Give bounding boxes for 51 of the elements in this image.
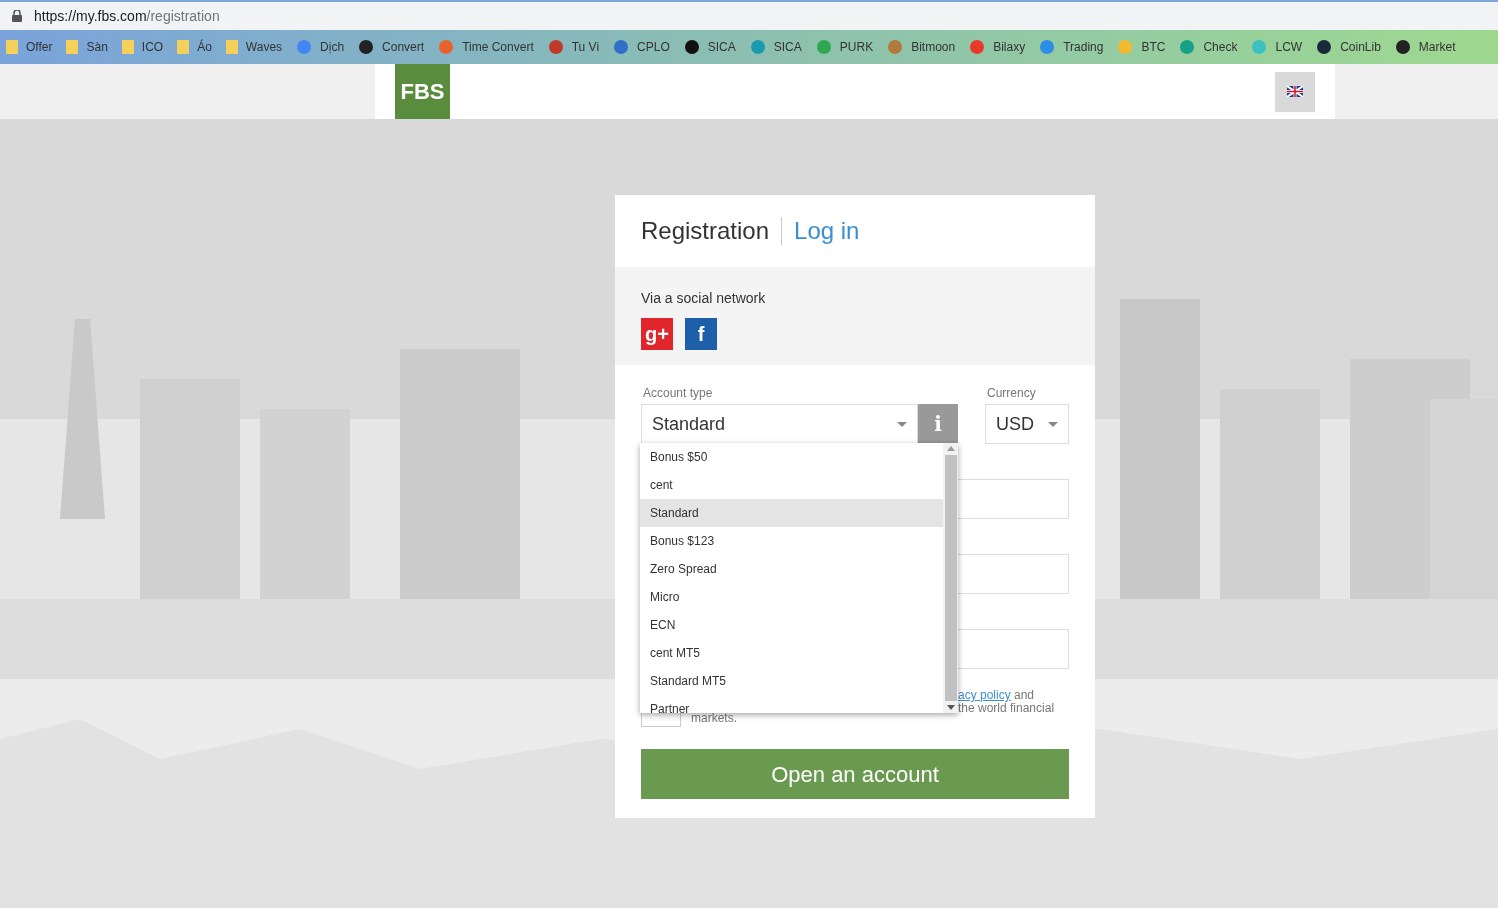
bookmark-link[interactable]: Convert (382, 38, 425, 56)
dropdown-option[interactable]: Partner (640, 695, 943, 713)
caret-icon (897, 421, 907, 427)
bookmark-link[interactable]: SICA (773, 38, 802, 56)
scroll-down-icon (946, 705, 955, 710)
bookmark-link[interactable]: Sàn (86, 38, 108, 56)
bookmark-link[interactable]: Áo (197, 38, 212, 56)
bookmark-link[interactable]: Offer (26, 38, 53, 56)
language-button[interactable] (1275, 71, 1315, 112)
bookmark-link[interactable]: Check (1203, 38, 1238, 56)
bookmark-link[interactable]: Dịch (320, 38, 345, 56)
currency-select[interactable]: USD (985, 404, 1069, 444)
bookmark-link[interactable]: Market (1418, 38, 1456, 56)
form-tab[interactable]: Log in (794, 213, 860, 249)
bookmark-link[interactable]: SICA (707, 38, 736, 56)
social-label: Via a social network (641, 289, 767, 308)
bookmark-link[interactable]: BTC (1141, 38, 1166, 56)
bookmark-link[interactable]: CoinLib (1340, 38, 1381, 56)
scroll-up-icon (946, 446, 955, 451)
flag-icon (1287, 86, 1303, 97)
form-tab[interactable]: Registration (641, 213, 770, 249)
field-label: Currency (986, 385, 1037, 402)
consent-text: markets. (691, 710, 737, 727)
bookmark-link[interactable]: CPLO (637, 38, 670, 56)
bookmark-link[interactable]: Trading (1063, 38, 1104, 56)
social-button[interactable]: g+ (641, 318, 673, 350)
bookmark-link[interactable]: ICO (141, 38, 164, 56)
folder-icon (6, 40, 18, 54)
privacy-link[interactable]: acy policy (958, 688, 1011, 702)
fbs-logo[interactable]: FBS (395, 64, 450, 119)
folder-icon (225, 40, 238, 54)
folder-icon (66, 40, 79, 54)
caret-icon (1048, 421, 1058, 427)
address-field[interactable]: https://my.fbs.com/registration (34, 5, 220, 27)
dropdown-option[interactable]: Bonus $50 (640, 443, 943, 471)
bookmark-link[interactable]: Waves (245, 38, 283, 56)
folder-icon (177, 40, 190, 54)
field-label: Account type (642, 385, 714, 402)
scrollbar[interactable] (943, 443, 958, 713)
bookmark-link[interactable]: LCW (1275, 38, 1303, 56)
bookmark-link[interactable]: Tu Vi (571, 38, 600, 56)
bookmark-link[interactable]: Time Convert (462, 38, 534, 56)
bookmark-link[interactable]: Bitmoon (911, 38, 956, 56)
folder-icon (121, 40, 134, 54)
consent-text: the world financial (958, 702, 1055, 715)
bookmark-link[interactable]: PURK (839, 38, 874, 56)
bookmark-link[interactable]: Bilaxy (993, 38, 1026, 56)
lock-icon (12, 10, 22, 22)
dropdown-option[interactable]: Standard (640, 499, 943, 527)
consent-text: acy policy and (958, 689, 1036, 702)
social-button[interactable]: f (685, 318, 717, 350)
